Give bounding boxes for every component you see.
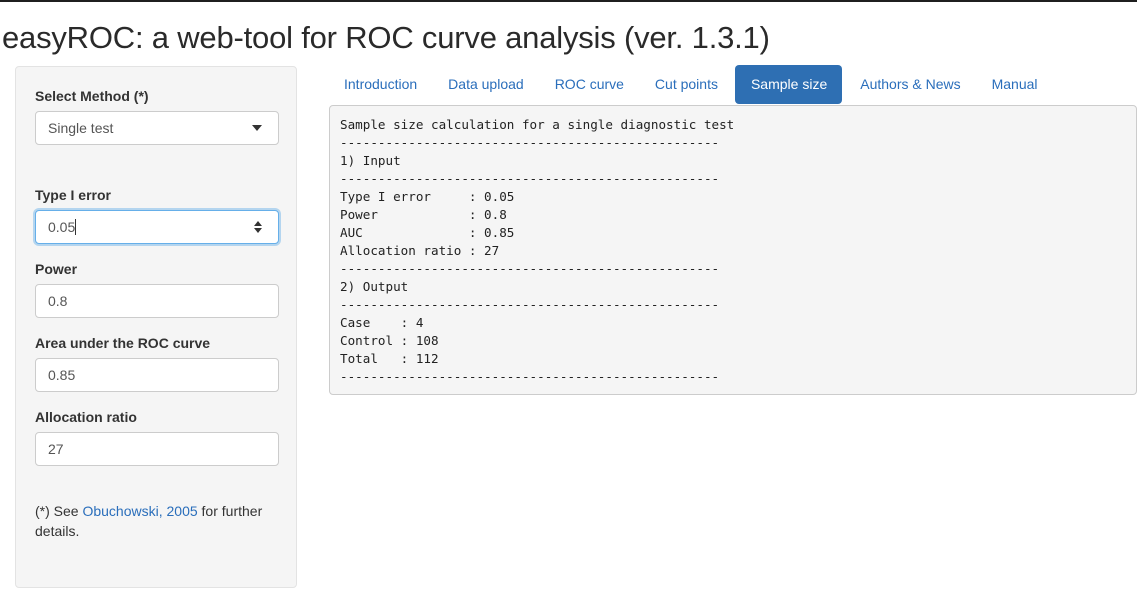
power-value: 0.8	[48, 293, 68, 309]
output-line: ----------------------------------------…	[340, 369, 720, 384]
tab-data-upload[interactable]: Data upload	[432, 65, 539, 104]
sample-size-output: Sample size calculation for a single dia…	[329, 105, 1137, 395]
tab-roc-curve[interactable]: ROC curve	[539, 65, 639, 104]
caret-down-icon	[252, 125, 262, 131]
output-line: Control : 108	[340, 333, 439, 348]
power-input[interactable]: 0.8	[35, 284, 279, 318]
spinner-down-icon[interactable]	[254, 228, 262, 233]
output-line: ----------------------------------------…	[340, 261, 720, 276]
tab-cut-points[interactable]: Cut points	[639, 65, 733, 104]
output-line: Total : 112	[340, 351, 439, 366]
output-line: Type I error : 0.05	[340, 189, 515, 204]
footnote-prefix: (*) See	[35, 503, 83, 519]
type1-error-label: Type I error	[35, 187, 111, 203]
text-cursor	[75, 219, 77, 235]
output-line: ----------------------------------------…	[340, 297, 720, 312]
type1-error-input[interactable]: 0.05	[35, 210, 279, 244]
tab-bar: Introduction Data upload ROC curve Cut p…	[328, 65, 1053, 104]
allocation-ratio-input[interactable]: 27	[35, 432, 279, 466]
obuchowski-link[interactable]: Obuchowski, 2005	[82, 503, 197, 519]
power-label: Power	[35, 261, 78, 277]
output-line: Sample size calculation for a single dia…	[340, 117, 735, 132]
output-line: Allocation ratio : 27	[340, 243, 500, 258]
output-line: Case : 4	[340, 315, 424, 330]
allocation-ratio-value: 27	[48, 441, 64, 457]
output-line: Power : 0.8	[340, 207, 507, 222]
sidebar-panel: Select Method (*) Single test Type I err…	[15, 66, 297, 588]
tab-introduction[interactable]: Introduction	[328, 65, 432, 104]
auc-label: Area under the ROC curve	[35, 335, 211, 351]
footnote: (*) See Obuchowski, 2005 for further det…	[35, 501, 280, 541]
page-title: easyROC: a web-tool for ROC curve analys…	[2, 20, 770, 55]
method-label: Select Method (*)	[35, 88, 149, 104]
tab-authors-news[interactable]: Authors & News	[844, 65, 975, 104]
allocation-ratio-label: Allocation ratio	[35, 409, 137, 425]
spinner-up-icon[interactable]	[254, 221, 262, 226]
output-line: AUC : 0.85	[340, 225, 515, 240]
top-rule	[0, 0, 1137, 2]
method-select[interactable]: Single test	[35, 111, 279, 145]
number-spinner-icon[interactable]	[254, 220, 264, 234]
method-select-value: Single test	[48, 120, 114, 136]
auc-value: 0.85	[48, 367, 76, 383]
tab-sample-size[interactable]: Sample size	[734, 65, 843, 104]
tab-manual[interactable]: Manual	[976, 65, 1053, 104]
output-line: 1) Input	[340, 153, 401, 168]
output-line: ----------------------------------------…	[340, 135, 720, 150]
auc-input[interactable]: 0.85	[35, 358, 279, 392]
output-line: 2) Output	[340, 279, 409, 294]
output-line: ----------------------------------------…	[340, 171, 720, 186]
type1-error-value: 0.05	[48, 219, 76, 235]
